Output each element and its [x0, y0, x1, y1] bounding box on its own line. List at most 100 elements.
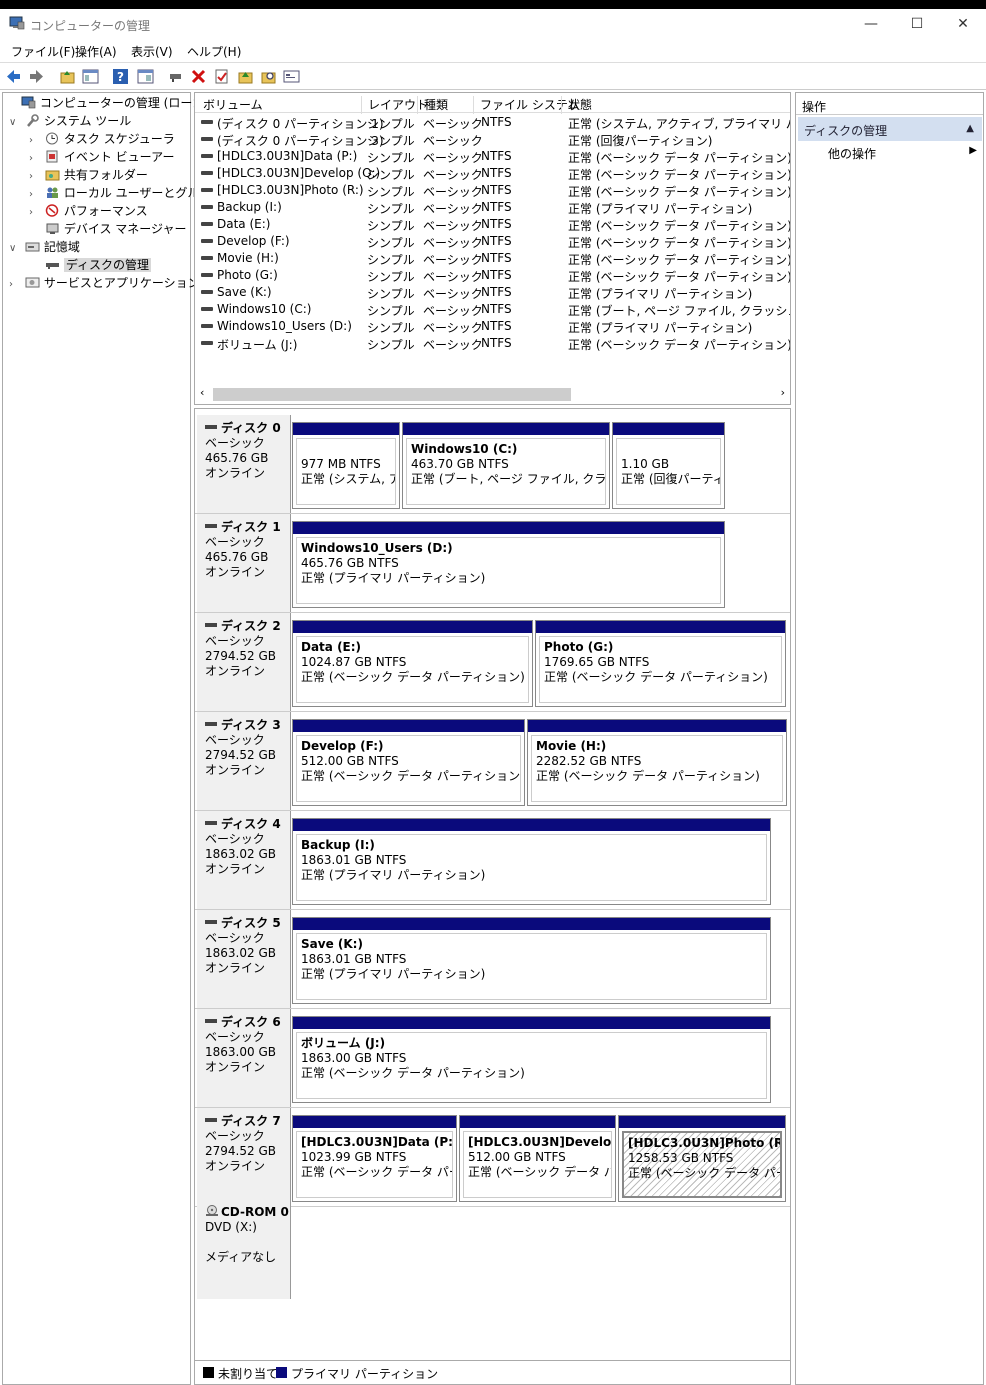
menu-view[interactable]: 表示(V): [131, 43, 173, 60]
connect-icon[interactable]: [167, 68, 184, 85]
disk-row-cdrom[interactable]: CD-ROM 0 DVD (X:) メディアなし: [195, 1199, 790, 1299]
check-icon[interactable]: [213, 68, 230, 85]
disk-row[interactable]: ディスク 0 ベーシック 465.76 GB オンライン 977 MB NTFS 正常 (…: [195, 415, 790, 514]
volume-row[interactable]: Photo (G:) シンプル ベーシック NTFS 正常 (ベーシック データ パーテ…: [195, 267, 790, 284]
volume-row[interactable]: (ディスク 0 パーティション 3) シンプル ベーシック 正常 (回復パーティション…: [195, 131, 790, 148]
up-folder-icon[interactable]: [59, 68, 76, 85]
show-hide-tree-icon[interactable]: [82, 68, 99, 85]
properties-icon[interactable]: [137, 68, 154, 85]
folder-up-icon[interactable]: [237, 68, 254, 85]
partition-body[interactable]: Develop (F:) 512.00 GB NTFS 正常 (ベーシック データ …: [296, 735, 521, 802]
disk-info[interactable]: ディスク 5 ベーシック 1863.02 GB オンライン: [197, 910, 291, 1008]
console-icon[interactable]: [283, 68, 300, 85]
forward-icon[interactable]: [28, 68, 45, 85]
volume-row[interactable]: [HDLC3.0U3N]Develop (Q:) シンプル ベーシック NTFS 正常 …: [195, 165, 790, 182]
volume-row[interactable]: Backup (I:) シンプル ベーシック NTFS 正常 (プライマリ パーティショ…: [195, 199, 790, 216]
maximize-button[interactable]: ☐: [894, 9, 940, 40]
disk-info[interactable]: ディスク 4 ベーシック 1863.02 GB オンライン: [197, 811, 291, 909]
partition-block[interactable]: [HDLC3.0U3N]Photo (R:) 1258.53 GB NTFS 正常 …: [618, 1115, 786, 1202]
close-button[interactable]: ✕: [940, 9, 986, 40]
tree-item-event-viewer[interactable]: › イベント ビューアー: [29, 148, 174, 166]
back-icon[interactable]: [5, 68, 22, 85]
volume-row[interactable]: (ディスク 0 パーティション 1) シンプル ベーシック NTFS 正常 (システム,…: [195, 114, 790, 131]
partition-block[interactable]: [HDLC3.0U3N]Develop (Q512.00 GB NTFS正常 (…: [459, 1115, 616, 1202]
partition-block[interactable]: Photo (G:) 1769.65 GB NTFS 正常 (ベーシック データ パ…: [535, 620, 786, 707]
disk-row[interactable]: ディスク 4 ベーシック 1863.02 GB オンライン Backup (I:) 186…: [195, 811, 790, 910]
partition-block[interactable]: Windows10 (C:) 463.70 GB NTFS 正常 (ブート, ページ…: [402, 422, 610, 509]
partition-block[interactable]: Save (K:) 1863.01 GB NTFS 正常 (プライマリ パーティショ…: [292, 917, 771, 1004]
volume-row[interactable]: ボリューム (J:) シンプル ベーシック NTFS 正常 (ベーシック データ パーテ…: [195, 335, 790, 352]
partition-block[interactable]: ボリューム (J:) 1863.00 GB NTFS 正常 (ベーシック データ パ…: [292, 1016, 771, 1103]
search-icon[interactable]: [260, 68, 277, 85]
disk-row[interactable]: ディスク 7 ベーシック 2794.52 GB オンライン [HDLC3.0U3N]Da…: [195, 1108, 790, 1207]
disk-row[interactable]: ディスク 3 ベーシック 2794.52 GB オンライン Develop (F:) 51…: [195, 712, 790, 811]
partition-body[interactable]: Windows10 (C:) 463.70 GB NTFS 正常 (ブート, ページ…: [406, 438, 606, 505]
partition-body[interactable]: Data (E:) 1024.87 GB NTFS 正常 (ベーシック データ パー…: [296, 636, 529, 703]
menu-help[interactable]: ヘルプ(H): [187, 43, 241, 60]
tree-item-task-scheduler[interactable]: › タスク スケジューラ: [29, 130, 175, 148]
tree-item-services-applications[interactable]: › サービスとアプリケーション: [9, 274, 200, 292]
menu-file[interactable]: ファイル(F): [11, 43, 75, 60]
partition-block[interactable]: [HDLC3.0U3N]Data (P:) 1023.99 GB NTFS 正常 (…: [292, 1115, 457, 1202]
scrollbar-thumb[interactable]: [213, 388, 571, 401]
submenu-arrow-icon[interactable]: ▶: [969, 145, 977, 156]
volume-row[interactable]: Save (K:) シンプル ベーシック NTFS 正常 (プライマリ パーティション): [195, 284, 790, 301]
disk-info[interactable]: ディスク 7 ベーシック 2794.52 GB オンライン: [197, 1108, 291, 1206]
partition-body[interactable]: [HDLC3.0U3N]Photo (R:) 1258.53 GB NTFS 正常 …: [622, 1131, 782, 1198]
volume-row[interactable]: [HDLC3.0U3N]Photo (R:) シンプル ベーシック NTFS 正常 (ベ…: [195, 182, 790, 199]
partition-body[interactable]: 977 MB NTFS正常 (システム, アク: [296, 438, 396, 505]
partition-body[interactable]: Photo (G:) 1769.65 GB NTFS 正常 (ベーシック データ パ…: [539, 636, 782, 703]
scroll-right-icon[interactable]: ›: [781, 386, 785, 399]
column-type[interactable]: 種類: [417, 96, 448, 114]
minimize-button[interactable]: —: [848, 9, 894, 40]
delete-icon[interactable]: [190, 68, 207, 85]
horizontal-scrollbar[interactable]: ‹ ›: [195, 383, 790, 404]
volume-row[interactable]: Movie (H:) シンプル ベーシック NTFS 正常 (ベーシック データ パーテ…: [195, 250, 790, 267]
disk-info[interactable]: ディスク 6 ベーシック 1863.00 GB オンライン: [197, 1009, 291, 1107]
volume-row[interactable]: Data (E:) シンプル ベーシック NTFS 正常 (ベーシック データ パーティ…: [195, 216, 790, 233]
partition-block[interactable]: Develop (F:) 512.00 GB NTFS 正常 (ベーシック データ …: [292, 719, 525, 806]
partition-body[interactable]: Movie (H:) 2282.52 GB NTFS 正常 (ベーシック データ パ…: [531, 735, 783, 802]
partition-body[interactable]: Backup (I:) 1863.01 GB NTFS 正常 (プライマリ パーティ…: [296, 834, 767, 901]
chevron-right-icon[interactable]: ›: [9, 276, 21, 294]
disk-row[interactable]: ディスク 6 ベーシック 1863.00 GB オンライン ボリューム (J:) 1863…: [195, 1009, 790, 1108]
chevron-down-icon[interactable]: ∨: [9, 240, 21, 258]
column-status[interactable]: 状態: [561, 96, 592, 114]
scroll-left-icon[interactable]: ‹: [200, 386, 204, 399]
column-volume[interactable]: ボリューム: [195, 96, 263, 114]
tree-item-storage[interactable]: ∨ 記憶域: [9, 238, 80, 256]
disk-info[interactable]: CD-ROM 0 DVD (X:) メディアなし: [197, 1199, 291, 1299]
partition-block[interactable]: Backup (I:) 1863.01 GB NTFS 正常 (プライマリ パーティ…: [292, 818, 771, 905]
partition-body[interactable]: Windows10_Users (D:) 465.76 GB NTFS 正常 (プラ…: [296, 537, 721, 604]
disk-row[interactable]: ディスク 2 ベーシック 2794.52 GB オンライン Data (E:) 1024.…: [195, 613, 790, 712]
volume-row[interactable]: [HDLC3.0U3N]Data (P:) シンプル ベーシック NTFS 正常 (ベー…: [195, 148, 790, 165]
tree-item-computer-management[interactable]: コンピューターの管理 (ローカル): [5, 94, 221, 112]
volume-row[interactable]: Windows10_Users (D:) シンプル ベーシック NTFS 正常 (プライ…: [195, 318, 790, 335]
chevron-down-icon[interactable]: ∨: [9, 114, 21, 132]
tree-item-performance[interactable]: › パフォーマンス: [29, 202, 148, 220]
disk-info[interactable]: ディスク 1 ベーシック 465.76 GB オンライン: [197, 514, 291, 612]
disk-info[interactable]: ディスク 2 ベーシック 2794.52 GB オンライン: [197, 613, 291, 711]
tree-item-shared-folders[interactable]: › 共有フォルダー: [29, 166, 148, 184]
partition-body[interactable]: Save (K:) 1863.01 GB NTFS 正常 (プライマリ パーティショ…: [296, 933, 767, 1000]
help-icon[interactable]: ?: [112, 68, 129, 85]
collapse-up-icon[interactable]: ▲: [966, 123, 974, 134]
tree-item-device-manager[interactable]: デバイス マネージャー: [29, 220, 186, 238]
other-actions-item[interactable]: 他の操作: [828, 145, 876, 162]
disk-info[interactable]: ディスク 0 ベーシック 465.76 GB オンライン: [197, 415, 291, 513]
disk-row[interactable]: ディスク 5 ベーシック 1863.02 GB オンライン Save (K:) 1863.…: [195, 910, 790, 1009]
menu-action[interactable]: 操作(A): [75, 43, 117, 60]
disk-row[interactable]: ディスク 1 ベーシック 465.76 GB オンライン Windows10_Users…: [195, 514, 790, 613]
partition-block[interactable]: 1.10 GB正常 (回復パーティシ: [612, 422, 725, 509]
disk-info[interactable]: ディスク 3 ベーシック 2794.52 GB オンライン: [197, 712, 291, 810]
partition-body[interactable]: 1.10 GB正常 (回復パーティシ: [616, 438, 721, 505]
title-bar[interactable]: コンピューターの管理 — ☐ ✕: [0, 9, 986, 40]
partition-body[interactable]: [HDLC3.0U3N]Develop (Q512.00 GB NTFS正常 (…: [463, 1131, 612, 1198]
partition-block[interactable]: 977 MB NTFS正常 (システム, アク: [292, 422, 400, 509]
volume-row[interactable]: Develop (F:) シンプル ベーシック NTFS 正常 (ベーシック データ パ…: [195, 233, 790, 250]
volume-row[interactable]: Windows10 (C:) シンプル ベーシック NTFS 正常 (ブート, ページ …: [195, 301, 790, 318]
actions-section-disk-management[interactable]: ディスクの管理 ▲: [798, 117, 982, 141]
tree-item-system-tools[interactable]: ∨ システム ツール: [9, 112, 131, 130]
partition-body[interactable]: ボリューム (J:) 1863.00 GB NTFS 正常 (ベーシック データ パ…: [296, 1032, 767, 1099]
partition-body[interactable]: [HDLC3.0U3N]Data (P:) 1023.99 GB NTFS 正常 (…: [296, 1131, 453, 1198]
